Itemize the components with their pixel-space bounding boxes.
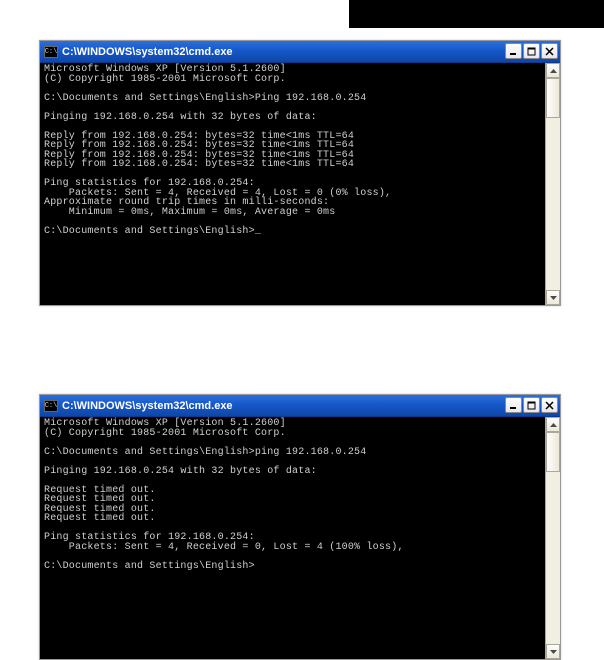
maximize-button[interactable] xyxy=(523,43,540,59)
terminal-area: Microsoft Windows XP [Version 5.1.2600] … xyxy=(40,417,560,659)
scroll-up-button[interactable] xyxy=(546,63,560,78)
minimize-button[interactable] xyxy=(505,397,522,413)
maximize-button[interactable] xyxy=(523,397,540,413)
vertical-scrollbar[interactable] xyxy=(545,417,560,659)
minimize-button[interactable] xyxy=(505,43,522,59)
scroll-track[interactable] xyxy=(546,432,560,644)
terminal-output[interactable]: Microsoft Windows XP [Version 5.1.2600] … xyxy=(40,417,545,659)
close-button[interactable] xyxy=(541,397,558,413)
scroll-thumb[interactable] xyxy=(546,78,560,118)
cmd-window-timeout: C:\ C:\WINDOWS\system32\cmd.exe Microsof… xyxy=(39,394,561,660)
window-title: C:\WINDOWS\system32\cmd.exe xyxy=(62,400,233,412)
titlebar[interactable]: C:\ C:\WINDOWS\system32\cmd.exe xyxy=(40,41,560,63)
decorative-black-bar xyxy=(349,0,604,28)
scroll-up-button[interactable] xyxy=(546,417,560,432)
terminal-area: Microsoft Windows XP [Version 5.1.2600] … xyxy=(40,63,560,305)
window-controls xyxy=(505,43,558,59)
window-controls xyxy=(505,397,558,413)
scroll-down-button[interactable] xyxy=(546,290,560,305)
window-title: C:\WINDOWS\system32\cmd.exe xyxy=(62,46,233,58)
scroll-track[interactable] xyxy=(546,78,560,290)
cmd-icon: C:\ xyxy=(44,400,58,412)
cmd-window-success: C:\ C:\WINDOWS\system32\cmd.exe Microsof… xyxy=(39,40,561,306)
cmd-icon: C:\ xyxy=(44,46,58,58)
close-button[interactable] xyxy=(541,43,558,59)
vertical-scrollbar[interactable] xyxy=(545,63,560,305)
titlebar[interactable]: C:\ C:\WINDOWS\system32\cmd.exe xyxy=(40,395,560,417)
terminal-output[interactable]: Microsoft Windows XP [Version 5.1.2600] … xyxy=(40,63,545,305)
scroll-down-button[interactable] xyxy=(546,644,560,659)
scroll-thumb[interactable] xyxy=(546,432,560,472)
